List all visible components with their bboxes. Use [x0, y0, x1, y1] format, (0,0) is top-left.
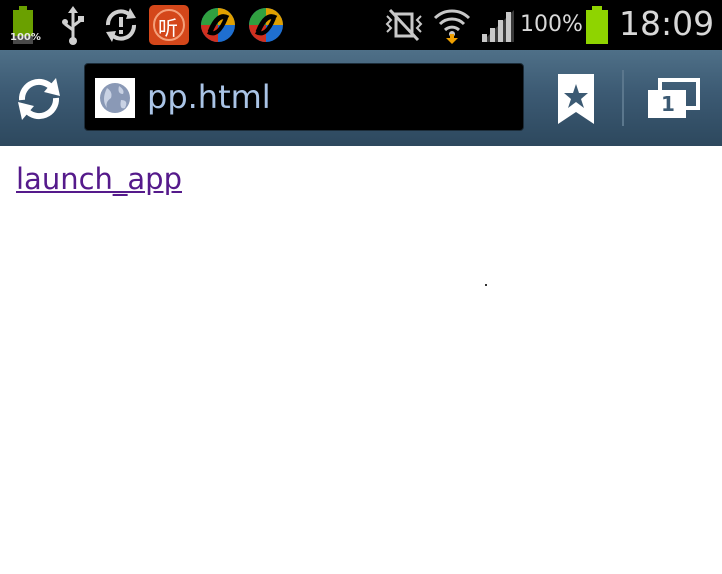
app-icon: [246, 4, 286, 46]
battery-icon: [584, 4, 610, 46]
web-page-content: launch_app: [0, 146, 722, 574]
listen-app-icon: 听: [149, 5, 189, 45]
wifi-icon: [432, 4, 472, 46]
vibrate-silent-icon: [384, 4, 424, 46]
launch-app-link[interactable]: launch_app: [16, 162, 182, 196]
toolbar-divider: [622, 70, 624, 126]
stray-dot: [485, 284, 487, 286]
listen-app-label: 听: [158, 16, 178, 40]
url-bar[interactable]: pp.html: [84, 63, 524, 131]
tabs-count: 1: [661, 92, 675, 116]
app-icon: [198, 4, 238, 46]
url-text[interactable]: pp.html: [147, 78, 271, 116]
usb-icon: [58, 4, 88, 46]
status-bar: 100% 听 100% 18:09: [0, 0, 722, 50]
globe-icon: [95, 78, 135, 118]
battery-small-label: 100%: [10, 32, 41, 43]
battery-icon: 100%: [8, 4, 42, 46]
bookmark-icon[interactable]: [556, 74, 596, 126]
tabs-icon[interactable]: 1: [646, 78, 700, 120]
battery-percent: 100%: [520, 12, 583, 37]
browser-toolbar: pp.html 1: [0, 50, 722, 146]
refresh-icon[interactable]: [14, 74, 64, 124]
sync-icon: [100, 4, 142, 46]
signal-icon: [480, 4, 516, 46]
clock: 18:09: [619, 4, 715, 43]
